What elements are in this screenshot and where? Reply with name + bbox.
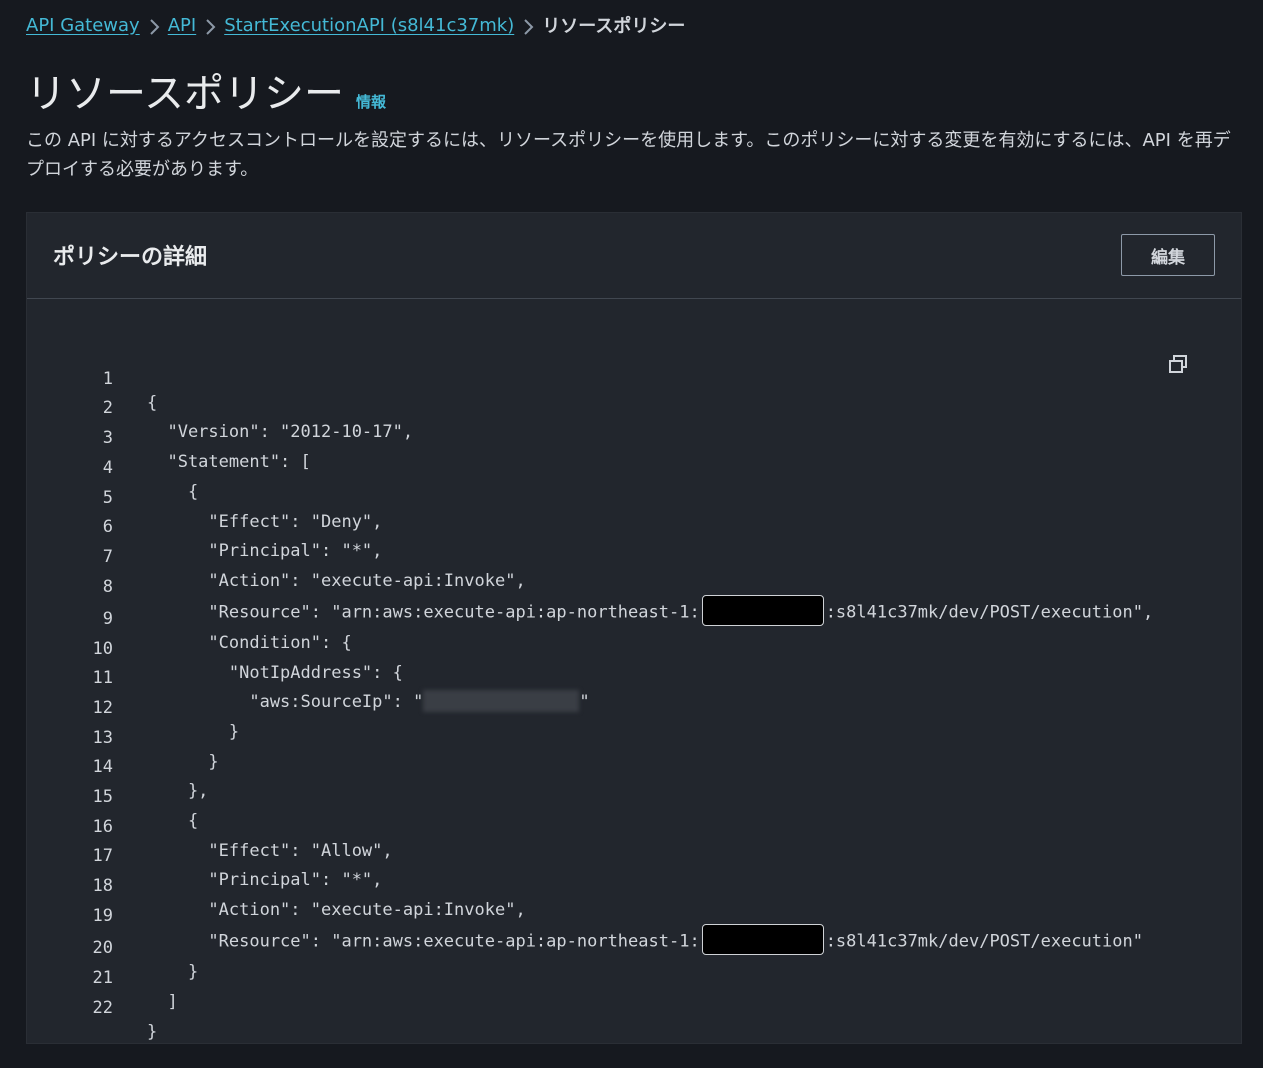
code-line: 18 "Action": "execute-api:Invoke",	[27, 850, 526, 920]
code-line: 16 "Effect": "Allow",	[27, 791, 393, 861]
code-line: 7 "Action": "execute-api:Invoke",	[27, 521, 526, 591]
code-line: 14 },	[27, 731, 209, 801]
line-text: "aws:SourceIp": " "	[147, 689, 590, 714]
code-line: 9 "Condition": {	[27, 583, 352, 653]
code-line: 22 }	[27, 972, 158, 1042]
code-line: 21 ]	[27, 942, 178, 1012]
line-text: }	[147, 752, 219, 772]
code-line: 8 "Resource": "arn:aws:execute-api:ap-no…	[27, 551, 1153, 626]
line-text: }	[147, 962, 199, 982]
code-line: 17 "Principal": "*",	[27, 820, 383, 890]
code-line: 5 "Effect": "Deny",	[27, 462, 383, 532]
breadcrumb-link-start-execution-api[interactable]: StartExecutionAPI (s8l41c37mk)	[224, 15, 514, 36]
panel-title: ポリシーの詳細	[53, 245, 208, 270]
page-header: リソースポリシー 情報	[26, 70, 386, 118]
breadcrumb: API Gateway API StartExecutionAPI (s8l41…	[26, 12, 685, 38]
line-text: {	[147, 393, 158, 413]
chevron-right-icon	[514, 13, 542, 37]
line-text: "Principal": "*",	[147, 541, 383, 561]
code-line: 19 "Resource": "arn:aws:execute-api:ap-n…	[27, 880, 1143, 955]
line-text: "Resource": "arn:aws:execute-api:ap-nort…	[147, 595, 1154, 626]
line-text: },	[147, 781, 209, 801]
code-line: 13 }	[27, 702, 219, 772]
line-text: {	[147, 811, 199, 831]
breadcrumb-link-api-gateway[interactable]: API Gateway	[26, 15, 140, 36]
line-text: "Action": "execute-api:Invoke",	[147, 900, 526, 920]
line-text: "Action": "execute-api:Invoke",	[147, 571, 526, 591]
edit-button[interactable]: 編集	[1121, 234, 1215, 276]
line-text: "Principal": "*",	[147, 870, 383, 890]
line-text: ]	[147, 992, 178, 1012]
policy-code-viewer: 1 { 2 "Version": "2012-10-17", 3 "Statem…	[27, 299, 1241, 1043]
chevron-right-icon	[140, 13, 168, 37]
line-text: }	[147, 722, 240, 742]
code-line: 4 {	[27, 432, 198, 502]
line-text: "Resource": "arn:aws:execute-api:ap-nort…	[147, 924, 1143, 955]
source-ip-suffix: "	[579, 692, 590, 712]
page-title: リソースポリシー	[26, 71, 344, 117]
line-number: 22	[92, 998, 113, 1018]
source-ip-prefix: "aws:SourceIp": "	[147, 692, 424, 712]
line-text: }	[147, 1022, 158, 1042]
code-line: 2 "Version": "2012-10-17",	[27, 372, 413, 442]
code-line: 1 {	[27, 343, 158, 413]
code-line: 10 "NotIpAddress": {	[27, 613, 403, 683]
line-text: "Statement": [	[147, 452, 311, 472]
line-text: "NotIpAddress": {	[147, 663, 403, 683]
blurred-ip-address	[423, 689, 580, 712]
code-line: 11 "aws:SourceIp": " "	[27, 642, 590, 712]
resource-suffix: :s8l41c37mk/dev/POST/execution"	[825, 931, 1143, 952]
line-text: "Condition": {	[147, 633, 352, 653]
code-line: 15 {	[27, 761, 199, 831]
page-description: この API に対するアクセスコントロールを設定するには、リソースポリシーを使用…	[26, 130, 1231, 180]
line-text: "Effect": "Deny",	[147, 512, 383, 532]
code-line: 6 "Principal": "*",	[27, 491, 383, 561]
resource-suffix: :s8l41c37mk/dev/POST/execution",	[825, 602, 1154, 623]
line-text: "Effect": "Allow",	[147, 841, 393, 861]
code-line: 3 "Statement": [	[27, 402, 311, 472]
panel-header: ポリシーの詳細 編集	[27, 213, 1241, 299]
redacted-account-id	[701, 924, 824, 955]
line-text: "Version": "2012-10-17",	[147, 422, 414, 442]
redacted-account-id	[701, 595, 824, 626]
resource-prefix: "Resource": "arn:aws:execute-api:ap-nort…	[147, 602, 700, 623]
chevron-right-icon	[196, 13, 224, 37]
copy-icon[interactable]	[1168, 354, 1188, 374]
resource-prefix: "Resource": "arn:aws:execute-api:ap-nort…	[147, 931, 700, 952]
info-link[interactable]: 情報	[356, 91, 386, 112]
breadcrumb-link-api[interactable]: API	[168, 15, 196, 36]
code-line: 20 }	[27, 912, 199, 982]
code-line: 12 }	[27, 672, 240, 742]
line-text: {	[147, 482, 199, 502]
policy-details-panel: ポリシーの詳細 編集 1 { 2 "Version": "2012-10-17"…	[26, 212, 1242, 1044]
breadcrumb-current: リソースポリシー	[542, 16, 686, 37]
